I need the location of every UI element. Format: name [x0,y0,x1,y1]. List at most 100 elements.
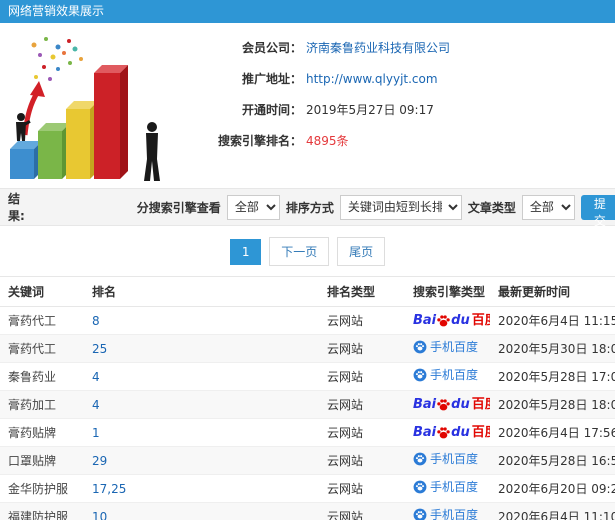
rank-link[interactable]: 8 [92,314,100,328]
engine-cell: Baidu百度 [405,418,490,447]
mobile-baidu-label: 手机百度 [430,452,479,466]
keyword-cell: 膏药贴牌 [0,418,84,447]
mobile-baidu-logo: 手机百度 [413,452,478,466]
result-label: 结果: [8,192,25,223]
rank-count-label: 搜索引擎排名： [217,134,302,148]
engine-cell: Baidu百度 [405,390,490,419]
engine-view-select[interactable]: 全部 [226,194,280,220]
rank-type-cell: 云网站 [319,362,405,391]
mobile-baidu-icon [413,480,427,494]
mobile-baidu-label: 手机百度 [430,368,479,382]
header-engine-type: 搜索引擎类型 [405,276,490,307]
rank-type-cell: 云网站 [319,418,405,447]
header-rank-type: 排名类型 [319,276,405,307]
company-label: 会员公司： [241,41,302,55]
bar-red [94,65,128,179]
table-row: 口罩贴牌 29 云网站 手机百度 2020年5月28日 16:55 [0,446,615,475]
rank-count-value: 4895条 [306,134,349,148]
table-row: 膏药代工 8 云网站 Baidu百度2020年6月4日 11:15 [0,306,615,335]
rank-link[interactable]: 17,25 [92,482,126,496]
mobile-baidu-logo: 手机百度 [413,368,478,382]
filter-form: 分搜索引擎查看 全部 排序方式 关键词由短到长排序 文章类型 全部 提交 [136,194,615,228]
company-link[interactable]: 济南秦鲁药业科技有限公司 [306,39,450,56]
rank-cell: 17,25 [84,474,319,503]
rank-type-cell: 云网站 [319,334,405,363]
update-time-cell: 2020年6月4日 11:15 [490,306,615,335]
bar-chart-illustration [10,37,160,181]
header-rank: 排名 [84,276,319,307]
engine-cell: Baidu百度 [405,306,490,335]
keyword-rank-table: 关键词 排名 排名类型 搜索引擎类型 最新更新时间 膏药代工 8 云网站 Bai du 百… [0,276,615,520]
engine-cell: 手机百度 [405,334,490,363]
table-row: 福建防护服 10 云网站 手机百度 2020年6月4日 11:10 [0,502,615,520]
update-time-cell: 2020年6月4日 17:56 [490,418,615,447]
rank-link[interactable]: 1 [92,426,100,440]
open-time-value: 2019年5月27日 09:17 [306,103,434,117]
header-update-time: 最新更新时间 [490,276,615,307]
rank-link[interactable]: 10 [92,510,107,520]
company-row: 会员公司： 济南秦鲁药业科技有限公司 [180,39,615,56]
update-time-cell: 2020年6月20日 09:25 [490,474,615,503]
update-time-cell: 2020年5月28日 16:55 [490,446,615,475]
keyword-cell: 金华防护服 [0,474,84,503]
engine-view-label: 分搜索引擎查看 [136,200,221,215]
rank-link[interactable]: 25 [92,342,107,356]
rank-link[interactable]: 4 [92,370,100,384]
page-title-bar: 网络营销效果展示 [0,0,615,23]
rank-cell: 8 [84,306,319,335]
mobile-baidu-icon [413,368,427,382]
table-body: 膏药代工8云网站Baidu百度2020年6月4日 11:15膏药代工25云网站手… [0,306,615,520]
baidu-logo: Baidu百度 [413,425,490,440]
sort-label: 排序方式 [285,200,334,215]
last-page-button[interactable]: 尾页 [337,237,386,266]
engine-cell: 手机百度 [405,446,490,475]
keyword-cell: 秦鲁药业 [0,362,84,391]
table-row: 膏药加工 4 云网站 Baidu百度2020年5月28日 18:03 [0,390,615,419]
article-type-select[interactable]: 全部 [521,194,575,220]
next-page-button[interactable]: 下一页 [269,237,330,266]
bar-green [38,123,70,179]
baidu-logo: Baidu百度 [413,397,490,412]
rank-cell: 10 [84,502,319,520]
article-type-label: 文章类型 [467,200,516,215]
filter-strip: 结果: 分搜索引擎查看 全部 排序方式 关键词由短到长排序 文章类型 全部 提交 [0,189,615,228]
update-time-cell: 2020年5月28日 18:03 [490,390,615,419]
update-time-cell: 2020年5月28日 17:02 [490,362,615,391]
sort-select[interactable]: 关键词由短到长排序 [339,194,462,220]
engine-cell: 手机百度 [405,502,490,520]
rank-cell: 4 [84,362,319,391]
table-header-row: 关键词 排名 排名类型 搜索引擎类型 最新更新时间 [0,276,615,307]
baidu-paw-icon [437,427,450,439]
mobile-baidu-logo: 手机百度 [413,508,478,520]
table-row: 金华防护服 17,25 云网站 手机百度 2020年6月20日 09:25 [0,474,615,503]
engine-cell: 手机百度 [405,362,490,391]
mobile-baidu-logo: 手机百度 [413,340,478,354]
mobile-baidu-label: 手机百度 [430,480,479,494]
open-time-label: 开通时间： [241,103,302,117]
page-title: 网络营销效果展示 [8,4,105,18]
promo-url-link[interactable]: http://www.qlyyjt.com [306,72,438,86]
rank-count-row: 搜索引擎排名： 4895条 [180,132,615,149]
table-row: 膏药贴牌 1 云网站 Baidu百度2020年6月4日 17:56 [0,418,615,447]
rank-cell: 1 [84,418,319,447]
bar-yellow [66,101,98,179]
baidu-paw-icon [437,399,450,411]
keyword-cell: 膏药代工 [0,334,84,363]
mobile-baidu-label: 手机百度 [430,340,479,354]
page-1-button[interactable]: 1 [229,239,262,265]
rank-cell: 29 [84,446,319,475]
mobile-baidu-label: 手机百度 [430,508,479,520]
header-keyword: 关键词 [0,276,84,307]
keyword-cell: 膏药加工 [0,390,84,419]
update-time-cell: 2020年6月4日 11:10 [490,502,615,520]
rank-type-cell: 云网站 [319,474,405,503]
mobile-baidu-icon [413,452,427,466]
rank-link[interactable]: 29 [92,454,107,468]
member-info-rows: 会员公司： 济南秦鲁药业科技有限公司 推广地址： http://www.qlyy… [180,23,615,188]
rank-link[interactable]: 4 [92,398,100,412]
promo-url-row: 推广地址： http://www.qlyyjt.com [180,70,615,87]
submit-button[interactable]: 提交 [580,194,615,228]
engine-cell: 手机百度 [405,474,490,503]
keyword-cell: 口罩贴牌 [0,446,84,475]
open-time-row: 开通时间： 2019年5月27日 09:17 [180,101,615,118]
